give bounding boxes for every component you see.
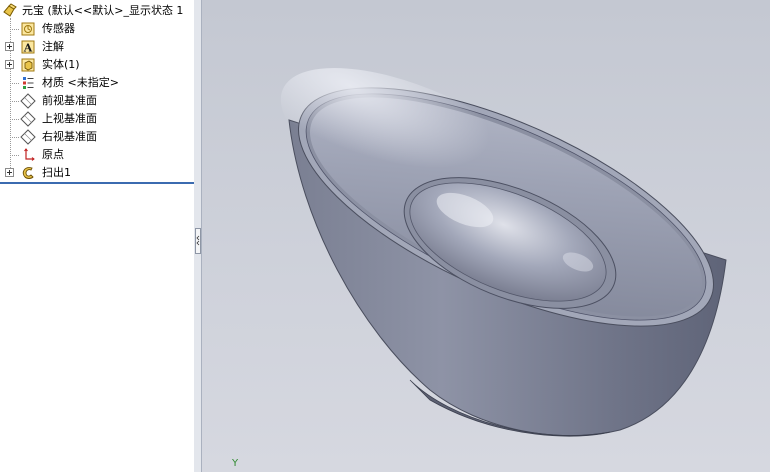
tree-connector: [10, 101, 19, 102]
expand-toggle-icon[interactable]: [5, 60, 14, 69]
tree-item-right-plane[interactable]: 右视基准面: [0, 128, 194, 146]
solid-body-icon: [21, 58, 35, 72]
material-icon: [23, 77, 34, 89]
tree-item-label: 材质 <未指定>: [42, 76, 119, 89]
panel-divider: [0, 182, 194, 184]
feature-manager-tree: 元宝 (默认<<默认>_显示状态 1 传感器 A 注解 实体(1) 材质 <未指…: [0, 0, 195, 472]
plane-icon: [20, 93, 36, 109]
tree-item-label: 上视基准面: [42, 112, 97, 125]
tree-item-solid-bodies[interactable]: 实体(1): [0, 56, 194, 74]
tree-item-material[interactable]: 材质 <未指定>: [0, 74, 194, 92]
tree-connector: [10, 29, 19, 30]
tree-item-label: 传感器: [42, 22, 75, 35]
collapse-panel-icon[interactable]: [195, 228, 201, 254]
tree-item-sensors[interactable]: 传感器: [0, 20, 194, 38]
annotation-icon: A: [21, 40, 35, 55]
tree-root-label: 元宝 (默认<<默认>_显示状态 1: [22, 4, 184, 17]
tree-item-label: 实体(1): [42, 58, 80, 71]
part-icon: [3, 3, 17, 17]
model-render: [280, 67, 727, 437]
tree-connector: [10, 155, 19, 156]
tree-item-label: 扫出1: [42, 166, 71, 179]
tree-item-top-plane[interactable]: 上视基准面: [0, 110, 194, 128]
tree-item-origin[interactable]: 原点: [0, 146, 194, 164]
tree-item-front-plane[interactable]: 前视基准面: [0, 92, 194, 110]
tree-connector: [10, 137, 19, 138]
axis-triad-y-label: Y: [232, 458, 239, 469]
tree-item-label: 原点: [42, 148, 64, 161]
graphics-viewport[interactable]: [202, 0, 770, 472]
expand-toggle-icon[interactable]: [5, 168, 14, 177]
tree-connector: [10, 119, 19, 120]
tree-item-label: 右视基准面: [42, 130, 97, 143]
tree-item-sweep1[interactable]: 扫出1: [0, 164, 194, 182]
tree-item-label: 注解: [42, 40, 64, 53]
sweep-feature-icon: [22, 167, 34, 179]
tree-root-part[interactable]: 元宝 (默认<<默认>_显示状态 1: [0, 2, 194, 20]
plane-icon: [20, 129, 36, 145]
plane-icon: [20, 111, 36, 127]
svg-text:A: A: [23, 42, 33, 55]
expand-toggle-icon[interactable]: [5, 42, 14, 51]
sensor-icon: [21, 22, 35, 36]
tree-item-annotations[interactable]: A 注解: [0, 38, 194, 56]
tree-connector: [10, 83, 19, 84]
tree-item-label: 前视基准面: [42, 94, 97, 107]
origin-icon: [24, 148, 35, 161]
